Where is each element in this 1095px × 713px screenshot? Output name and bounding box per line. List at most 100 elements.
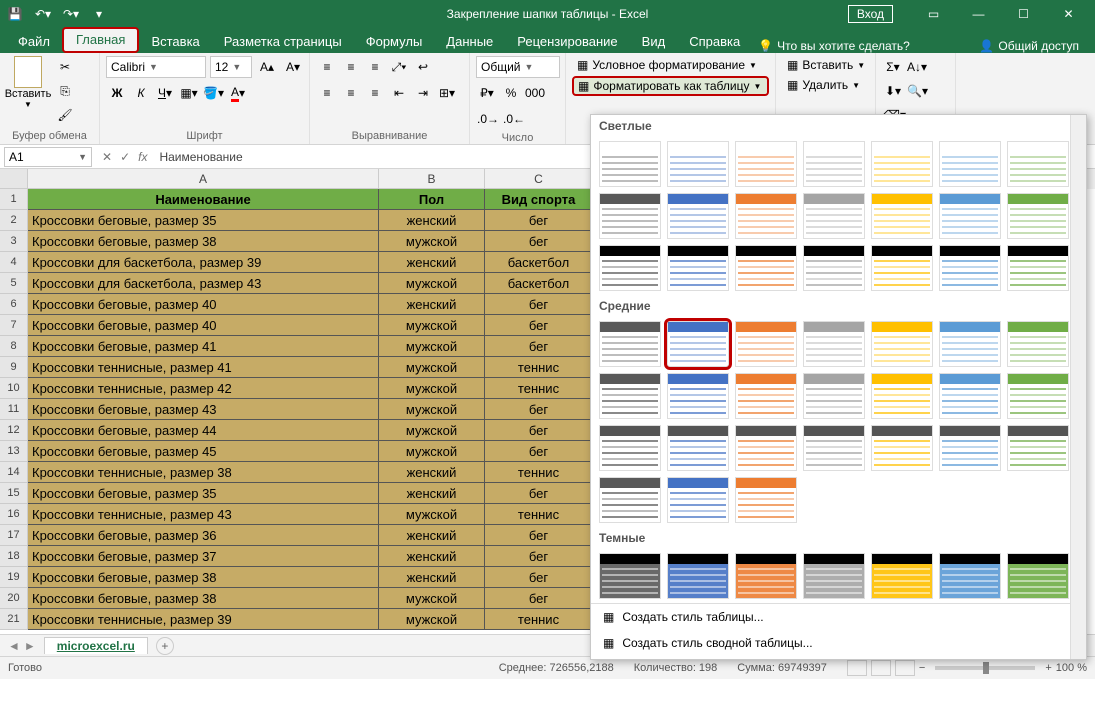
table-style-option[interactable] (1007, 321, 1069, 367)
cell[interactable]: мужской (379, 231, 485, 252)
cell[interactable]: женский (379, 252, 485, 273)
table-style-option[interactable] (735, 193, 797, 239)
table-style-option[interactable] (871, 141, 933, 187)
cell[interactable]: женский (379, 525, 485, 546)
cell[interactable]: теннис (485, 462, 593, 483)
cell[interactable]: Кроссовки теннисные, размер 41 (28, 357, 379, 378)
cell[interactable]: теннис (485, 357, 593, 378)
cell[interactable]: бег (485, 336, 593, 357)
tell-me[interactable]: 💡 Что вы хотите сделать? (758, 39, 910, 53)
wrap-text-icon[interactable]: ↩ (412, 56, 434, 78)
currency-icon[interactable]: ₽▾ (476, 82, 498, 104)
table-style-option[interactable] (871, 373, 933, 419)
row-header[interactable]: 19 (0, 567, 28, 588)
save-icon[interactable]: 💾 (4, 3, 26, 25)
cell[interactable]: теннис (485, 504, 593, 525)
table-style-option[interactable] (735, 425, 797, 471)
cell[interactable]: женский (379, 462, 485, 483)
table-style-option[interactable] (803, 425, 865, 471)
table-style-option[interactable] (939, 553, 1001, 599)
row-header[interactable]: 4 (0, 252, 28, 273)
cell[interactable]: мужской (379, 273, 485, 294)
cell[interactable]: бег (485, 441, 593, 462)
cell[interactable]: Пол (379, 189, 485, 210)
col-header-C[interactable]: C (485, 169, 593, 189)
cell[interactable]: женский (379, 294, 485, 315)
number-format-combo[interactable]: Общий▼ (476, 56, 560, 78)
table-style-option[interactable] (803, 141, 865, 187)
decrease-decimal-icon[interactable]: .0← (502, 108, 526, 130)
tab-formulas[interactable]: Формулы (354, 31, 435, 53)
new-pivot-style-button[interactable]: ▦ Создать стиль сводной таблицы... (591, 630, 1086, 656)
cell[interactable]: бег (485, 420, 593, 441)
align-top-icon[interactable]: ≡ (316, 56, 338, 78)
table-style-option[interactable] (803, 321, 865, 367)
cell[interactable]: бег (485, 525, 593, 546)
table-style-option[interactable] (871, 425, 933, 471)
close-icon[interactable]: ✕ (1046, 0, 1091, 28)
table-style-option[interactable] (1007, 425, 1069, 471)
row-header[interactable]: 3 (0, 231, 28, 252)
cell[interactable]: мужской (379, 378, 485, 399)
table-style-option[interactable] (939, 193, 1001, 239)
table-style-option[interactable] (871, 553, 933, 599)
zoom-out-icon[interactable]: − (919, 662, 925, 674)
redo-icon[interactable]: ↷▾ (60, 3, 82, 25)
select-all-corner[interactable] (0, 169, 28, 189)
align-middle-icon[interactable]: ≡ (340, 56, 362, 78)
row-header[interactable]: 6 (0, 294, 28, 315)
cell[interactable]: Кроссовки для баскетбола, размер 43 (28, 273, 379, 294)
row-header[interactable]: 18 (0, 546, 28, 567)
page-break-view-icon[interactable] (895, 660, 915, 676)
table-style-option[interactable] (599, 477, 661, 523)
maximize-icon[interactable]: ☐ (1001, 0, 1046, 28)
merge-icon[interactable]: ⊞▾ (436, 82, 458, 104)
accept-formula-icon[interactable]: ✓ (120, 150, 130, 164)
font-name-combo[interactable]: Calibri▼ (106, 56, 206, 78)
table-style-option[interactable] (1007, 141, 1069, 187)
cell[interactable]: мужской (379, 441, 485, 462)
cell[interactable]: бег (485, 546, 593, 567)
tab-insert[interactable]: Вставка (139, 31, 211, 53)
table-style-option[interactable] (871, 321, 933, 367)
col-header-B[interactable]: B (379, 169, 485, 189)
cell[interactable]: мужской (379, 315, 485, 336)
cell[interactable]: мужской (379, 504, 485, 525)
cell[interactable]: теннис (485, 609, 593, 630)
cell[interactable]: Кроссовки теннисные, размер 39 (28, 609, 379, 630)
table-style-option[interactable] (803, 193, 865, 239)
delete-cells-button[interactable]: ▦ Удалить ▼ (782, 76, 869, 94)
cell[interactable]: Кроссовки для баскетбола, размер 39 (28, 252, 379, 273)
cell[interactable]: Кроссовки теннисные, размер 38 (28, 462, 379, 483)
cell[interactable]: Кроссовки беговые, размер 35 (28, 483, 379, 504)
tab-file[interactable]: Файл (6, 31, 62, 53)
fill-icon[interactable]: ⬇▾ (882, 80, 904, 102)
font-size-combo[interactable]: 12▼ (210, 56, 252, 78)
cell[interactable]: Кроссовки беговые, размер 35 (28, 210, 379, 231)
cell[interactable]: бег (485, 210, 593, 231)
cell[interactable]: бег (485, 588, 593, 609)
tab-data[interactable]: Данные (434, 31, 505, 53)
cell[interactable]: бег (485, 483, 593, 504)
paste-button[interactable]: Вставить ▼ (6, 56, 50, 109)
find-icon[interactable]: 🔍▾ (906, 80, 929, 102)
namebox-dropdown-icon[interactable]: ▼ (78, 152, 87, 162)
table-style-option[interactable] (939, 245, 1001, 291)
sheet-next-icon[interactable]: ► (24, 639, 36, 653)
table-style-option[interactable] (599, 425, 661, 471)
zoom-slider[interactable] (935, 666, 1035, 670)
new-table-style-button[interactable]: ▦ Создать стиль таблицы... (591, 604, 1086, 630)
table-style-option[interactable] (735, 477, 797, 523)
sheet-tab[interactable]: microexcel.ru (44, 637, 148, 654)
cell[interactable]: женский (379, 546, 485, 567)
cell[interactable]: бег (485, 399, 593, 420)
row-header[interactable]: 1 (0, 189, 28, 210)
table-style-option[interactable] (667, 321, 729, 367)
table-style-option[interactable] (667, 245, 729, 291)
tab-help[interactable]: Справка (677, 31, 752, 53)
table-style-option[interactable] (667, 373, 729, 419)
table-style-option[interactable] (735, 553, 797, 599)
table-style-option[interactable] (667, 193, 729, 239)
row-header[interactable]: 21 (0, 609, 28, 630)
cancel-formula-icon[interactable]: ✕ (102, 150, 112, 164)
